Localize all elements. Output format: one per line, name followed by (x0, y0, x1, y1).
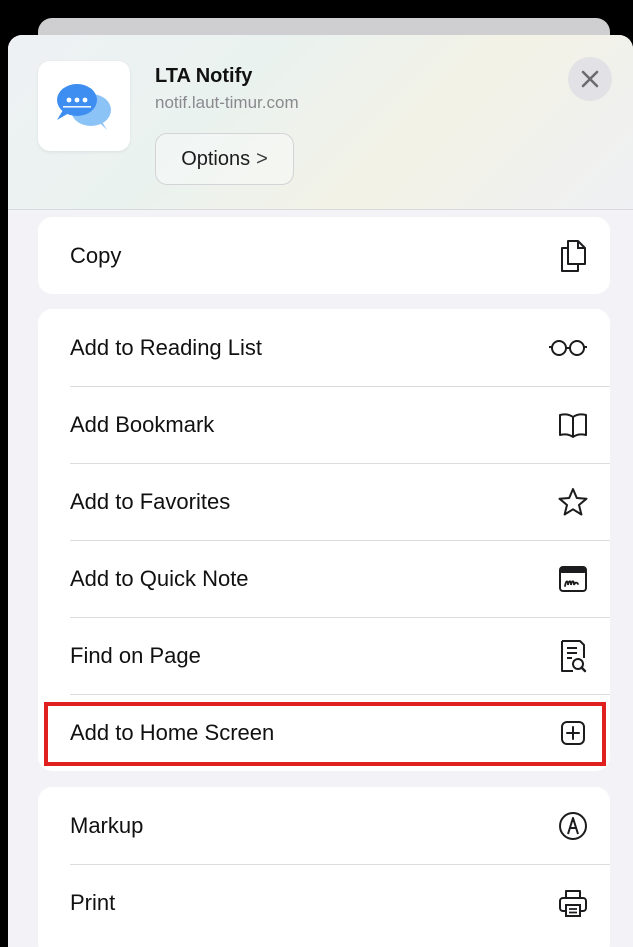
action-add-to-reading-list[interactable]: Add to Reading List (38, 309, 610, 386)
action-markup[interactable]: Markup (38, 787, 610, 864)
add-square-icon (556, 716, 590, 750)
action-find-on-page[interactable]: Find on Page (38, 617, 610, 694)
action-label: Add Bookmark (70, 411, 215, 437)
chevron-right-icon: > (256, 147, 268, 170)
action-group-copy: Copy (38, 217, 610, 294)
action-add-bookmark[interactable]: Add Bookmark (38, 386, 610, 463)
action-copy[interactable]: Copy (38, 217, 610, 294)
action-group-page: Add to Reading List Add Bookmark Add to … (38, 309, 610, 771)
close-icon (581, 70, 599, 88)
action-label: Add to Home Screen (70, 719, 275, 745)
glasses-icon (546, 331, 590, 365)
share-sheet-header: LTA Notify notif.laut-timur.com Options … (8, 35, 633, 210)
quick-note-icon (556, 562, 590, 596)
markup-icon (556, 809, 590, 843)
action-label: Add to Reading List (70, 334, 263, 360)
action-add-to-quick-note[interactable]: Add to Quick Note (38, 540, 610, 617)
action-add-to-home-screen[interactable]: Add to Home Screen (38, 694, 610, 771)
app-url: notif.laut-timur.com (155, 93, 299, 112)
action-label: Add to Quick Note (70, 565, 249, 591)
action-label: Find on Page (70, 642, 201, 668)
action-add-to-favorites[interactable]: Add to Favorites (38, 463, 610, 540)
printer-icon (556, 886, 590, 920)
action-group-more: Markup Print (38, 787, 610, 947)
options-label: Options (181, 147, 251, 170)
star-icon (556, 485, 590, 519)
find-on-page-icon (556, 639, 590, 673)
close-button[interactable] (568, 57, 612, 101)
copy-icon (556, 239, 590, 273)
action-label: Add to Favorites (70, 488, 231, 514)
action-label: Markup (70, 812, 144, 838)
app-thumbnail (38, 61, 130, 151)
action-print[interactable]: Print (38, 864, 610, 941)
share-sheet: LTA Notify notif.laut-timur.com Options … (8, 35, 633, 947)
book-icon (556, 408, 590, 442)
app-title: LTA Notify (155, 65, 253, 87)
action-label: Print (70, 889, 116, 915)
chat-bubbles-icon (57, 84, 111, 130)
options-button[interactable]: Options > (155, 133, 294, 185)
action-label: Copy (70, 242, 122, 268)
